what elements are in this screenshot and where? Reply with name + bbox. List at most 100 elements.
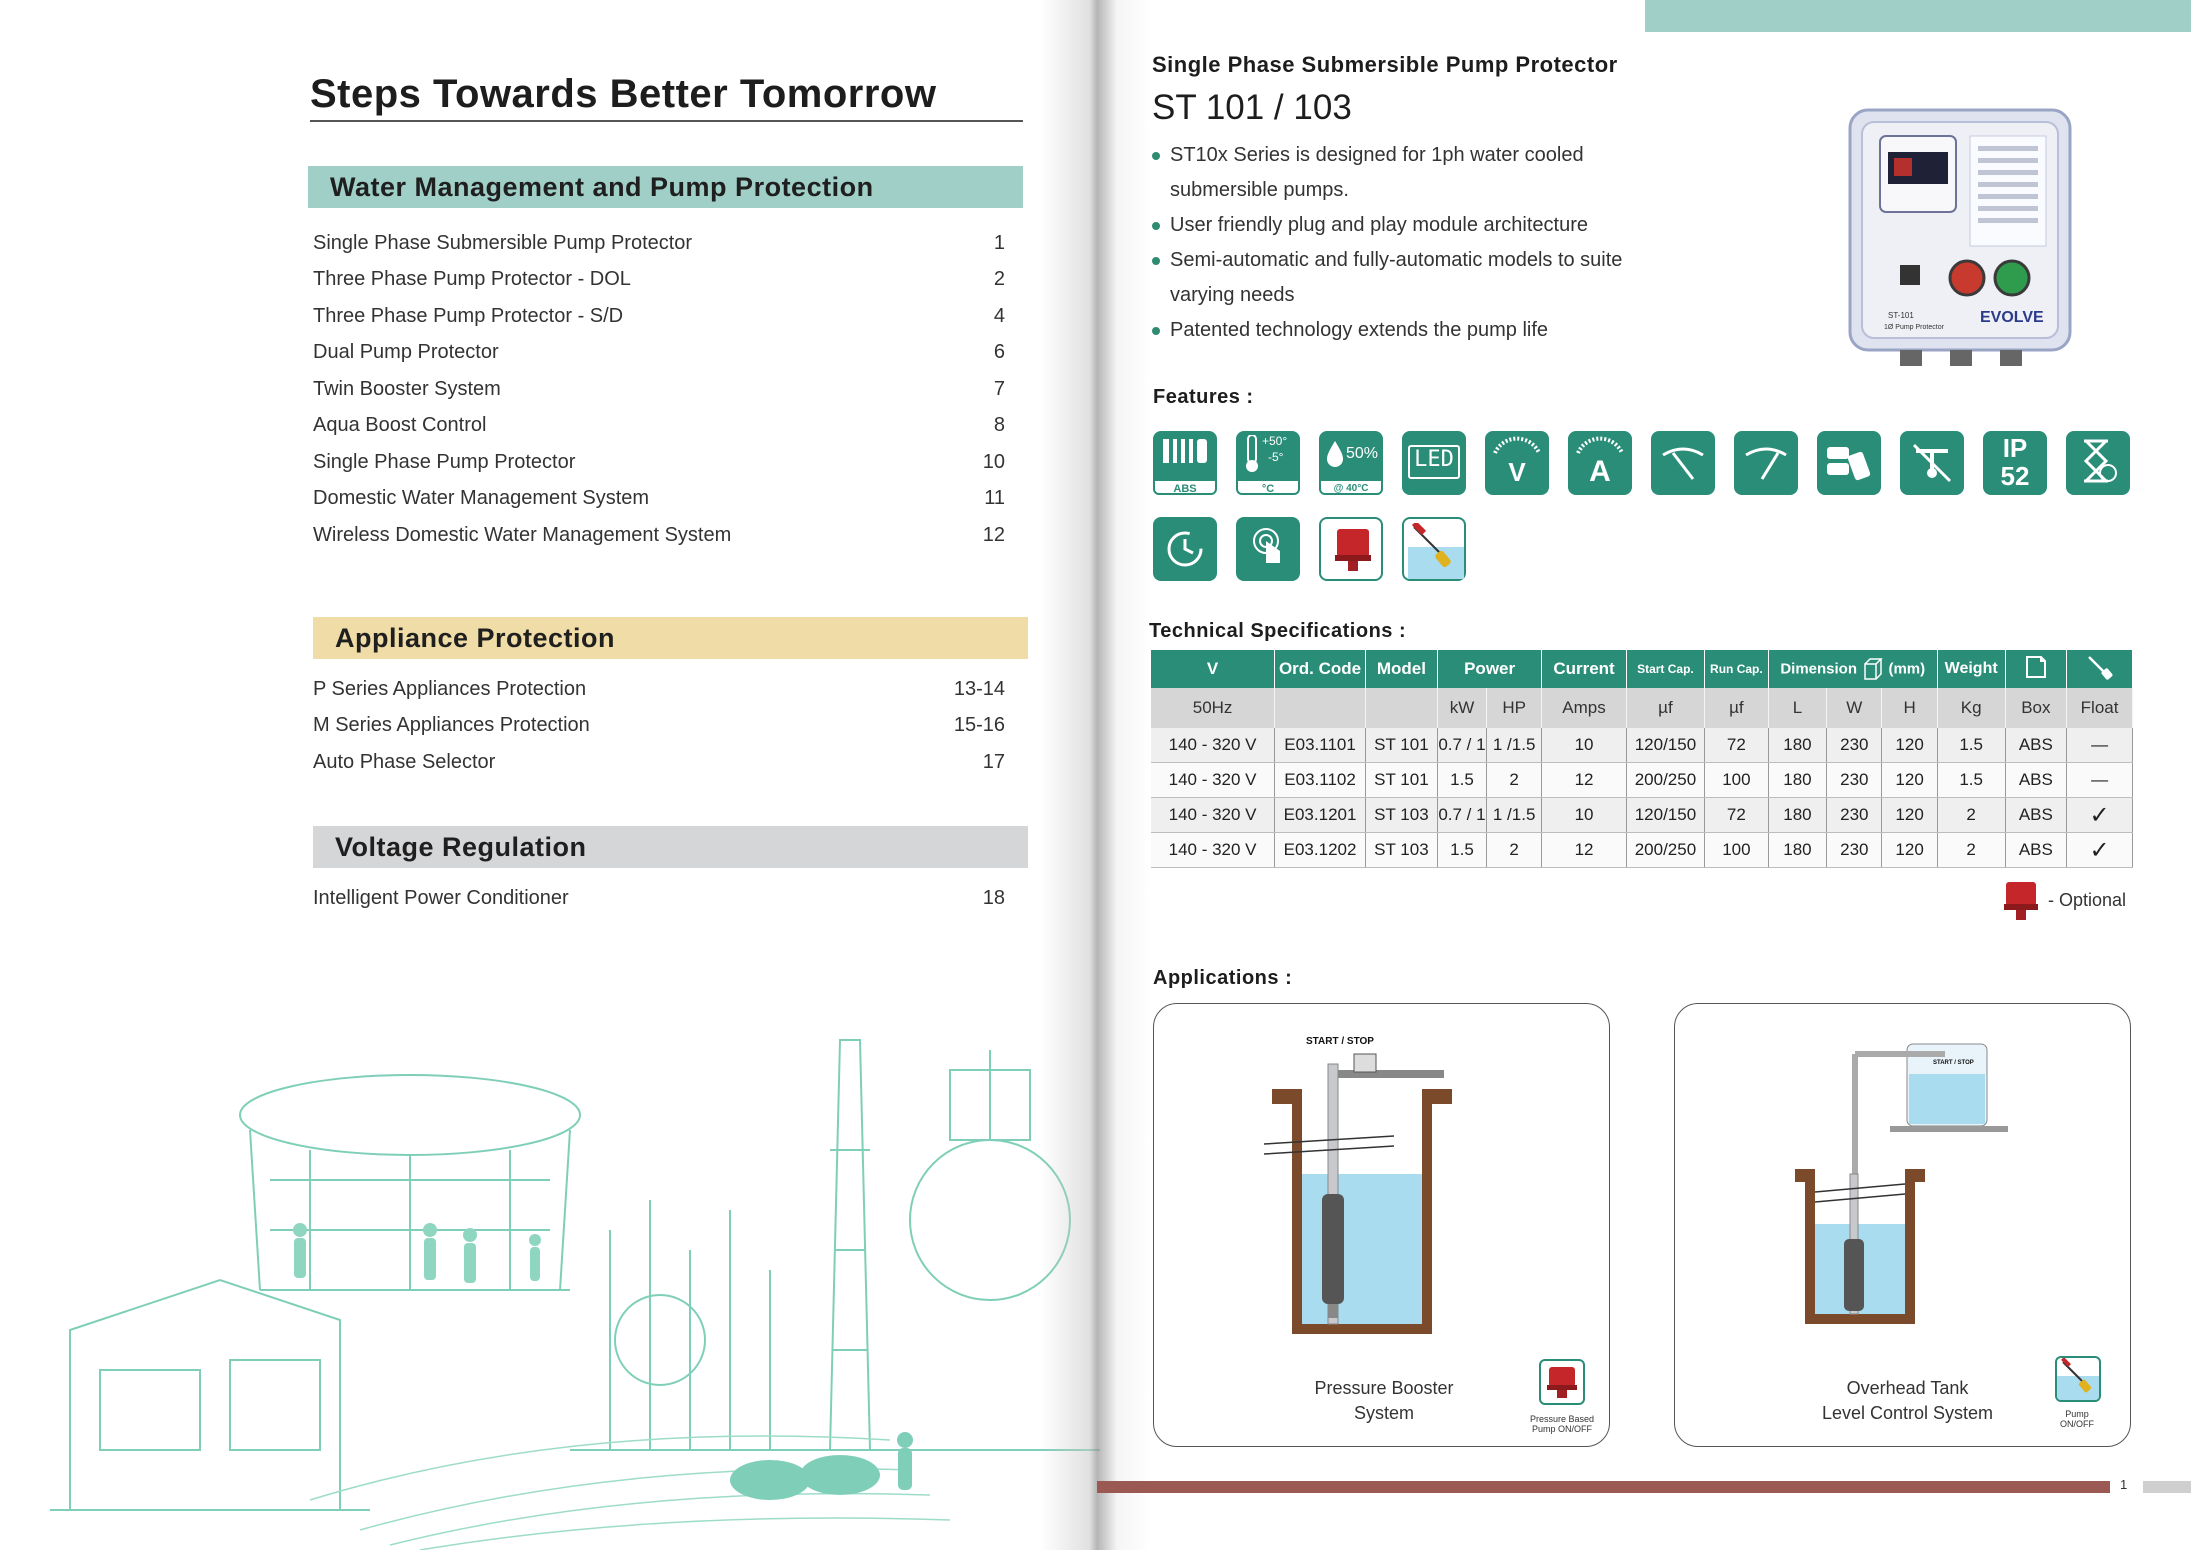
float-switch-small-icon: [2055, 1356, 2101, 1402]
toc-item[interactable]: Three Phase Pump Protector - S/D: [313, 305, 623, 328]
abs-caption: ABS: [1153, 479, 1217, 495]
table-cell: E03.1102: [1274, 762, 1366, 798]
toc-item[interactable]: Three Phase Pump Protector - DOL: [313, 268, 631, 291]
col-header-start-cap: Start Cap.: [1626, 650, 1706, 688]
book-spine-shadow: [1040, 0, 1150, 1550]
toc-page-number: 11: [984, 487, 1005, 509]
toc-page-number: 6: [993, 341, 1005, 363]
pressure-switch-small-icon: [1539, 1359, 1585, 1405]
table-cell: ST 101: [1365, 762, 1438, 798]
toc-item[interactable]: Dual Pump Protector: [313, 341, 499, 364]
col-header-current: Current: [1541, 650, 1627, 688]
unit-cell: µf: [1626, 688, 1706, 728]
toc-item[interactable]: Aqua Boost Control: [313, 414, 486, 437]
product-subtitle: Single Phase Submersible Pump Protector: [1152, 52, 1618, 77]
ip-label: IP: [2002, 433, 2028, 463]
toc-item[interactable]: Single Phase Submersible Pump Protector: [313, 232, 692, 255]
pressure-booster-diagram: START / STOP: [1263, 1036, 1452, 1334]
tank-start-stop-text: START / STOP: [1933, 1060, 1974, 1066]
table-cell: 12: [1541, 832, 1627, 868]
table-cell: 180: [1768, 762, 1828, 798]
table-cell: 1.5: [1437, 762, 1487, 798]
toc-page-number: 12: [982, 524, 1005, 546]
toc-item[interactable]: P Series Appliances Protection: [313, 678, 586, 701]
product-title: ST 101 / 103: [1152, 88, 1352, 127]
unit-cell: [1274, 688, 1366, 728]
col-header-float-icon: [2066, 650, 2133, 688]
volt-label: V: [1508, 457, 1526, 487]
table-cell: 120: [1881, 728, 1938, 763]
temp-unit: °C: [1236, 479, 1300, 495]
bullet-item: Patented technology extends the pump lif…: [1152, 313, 1672, 348]
table-cell: E03.1201: [1274, 797, 1366, 833]
unit-cell: L: [1768, 688, 1828, 728]
toc-item[interactable]: Wireless Domestic Water Management Syste…: [313, 524, 731, 547]
application-card-overhead-tank: START / STOP Overhead Tank Level Control…: [1674, 1003, 2131, 1447]
table-cell: 1.5: [1937, 728, 2006, 763]
table-cell: 120: [1881, 762, 1938, 798]
toc-item[interactable]: Intelligent Power Conditioner: [313, 887, 569, 910]
humidity-caption: @ 40°C: [1319, 479, 1383, 495]
touch-button-icon: [1236, 517, 1300, 581]
toc-item[interactable]: Twin Booster System: [313, 378, 501, 401]
table-cell: 180: [1768, 797, 1828, 833]
icon-caption: Pressure Based Pump ON/OFF: [1514, 1414, 1610, 1434]
feature-bullets: ST10x Series is designed for 1ph water c…: [1152, 138, 1672, 348]
table-cell: 140 - 320 V: [1151, 832, 1276, 868]
table-cell: ABS: [2005, 728, 2068, 763]
voltmeter-icon: V: [1485, 431, 1549, 495]
table-cell: 230: [1826, 762, 1883, 798]
applications-label: Applications :: [1153, 967, 1293, 989]
table-cell: 230: [1826, 832, 1883, 868]
table-cell: 140 - 320 V: [1151, 797, 1276, 833]
icon-caption-line1: Pump: [2065, 1409, 2089, 1419]
toc-item[interactable]: M Series Appliances Protection: [313, 714, 590, 737]
unit-cell: Kg: [1937, 688, 2006, 728]
table-cell: ABS: [2005, 832, 2068, 868]
overhead-tank-diagram: START / STOP: [1795, 1043, 2008, 1324]
col-header-box-icon: [2005, 650, 2068, 688]
toc-item[interactable]: Auto Phase Selector: [313, 751, 495, 774]
toc-page-number: 13-14: [953, 678, 1005, 700]
table-cell: 120/150: [1626, 797, 1706, 833]
toc-item[interactable]: Domestic Water Management System: [313, 487, 649, 510]
col-header-dimension: Dimension (mm): [1768, 650, 1938, 688]
unit-cell: [1365, 688, 1438, 728]
dimension-box-icon: [1863, 658, 1883, 680]
temp-low: -5°: [1268, 450, 1284, 464]
table-cell: 140 - 320 V: [1151, 762, 1276, 798]
section-heading-voltage: Voltage Regulation: [313, 826, 1028, 868]
float-icon: [2087, 655, 2113, 680]
table-cell: ST 101: [1365, 728, 1438, 763]
table-cell: 2: [1486, 762, 1543, 798]
toc-page-number: 15-16: [953, 714, 1005, 736]
ammeter-icon: A: [1568, 431, 1632, 495]
app-caption-line2: System: [1353, 1403, 1414, 1423]
table-cell: 12: [1541, 762, 1627, 798]
table-cell: 200/250: [1626, 832, 1706, 868]
toc-page-number: 1: [993, 232, 1005, 254]
high-voltage-gauge-icon: [1734, 431, 1798, 495]
table-cell: E03.1101: [1274, 728, 1366, 763]
features-label: Features :: [1153, 386, 1254, 408]
table-cell: 100: [1704, 832, 1769, 868]
table-cell: 1 /1.5: [1486, 797, 1543, 833]
icon-caption-line1: Pressure Based: [1529, 1414, 1595, 1424]
top-accent-bar: [1645, 0, 2191, 32]
ip52-rating-icon: IP 52: [1983, 431, 2047, 495]
icon-caption: Pump ON/OFF: [2031, 1409, 2123, 1429]
box-enclosure-icon: [2025, 655, 2046, 678]
icon-caption-line2: Pump ON/OFF: [1531, 1424, 1592, 1434]
table-cell: 120/150: [1626, 728, 1706, 763]
table-cell: 2: [1937, 832, 2006, 868]
tech-spec-label: Technical Specifications :: [1149, 620, 1407, 642]
timer-hourglass-icon: [2066, 431, 2130, 495]
city-sketch-illustration: [50, 1039, 1100, 1550]
spec-units-row: 50Hz kW HP Amps µf µf L W H Kg Box Float: [1151, 688, 2133, 728]
col-header-run-cap: Run Cap.: [1704, 650, 1769, 688]
toc-item[interactable]: Single Phase Pump Protector: [313, 451, 575, 474]
dimension-label: Dimension: [1780, 660, 1857, 678]
page-number: 1: [2120, 1477, 2128, 1492]
table-cell: 72: [1704, 797, 1769, 833]
bullet-item: Semi-automatic and fully-automatic model…: [1152, 243, 1672, 313]
